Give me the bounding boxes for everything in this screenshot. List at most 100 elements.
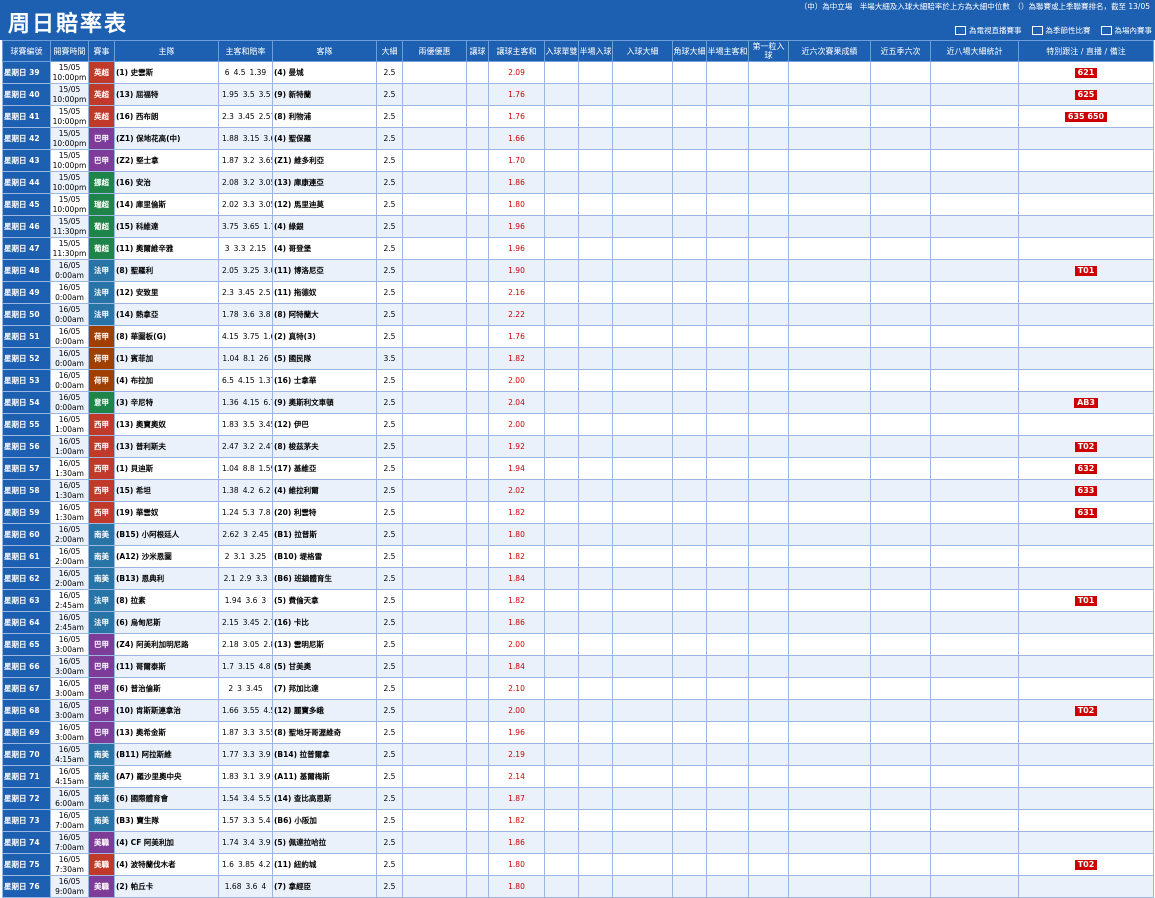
home-team: (4) 波特蘭伐木者	[114, 853, 219, 876]
odds-value: 3.15	[237, 661, 255, 671]
match-date: 16/05	[58, 766, 81, 776]
odds-value: 6.5	[222, 375, 234, 385]
h2h	[870, 369, 931, 392]
ou-stats	[930, 853, 1019, 876]
match-date: 16/05	[58, 326, 81, 336]
handicap-odds: 2.14	[488, 765, 545, 788]
promo	[402, 809, 467, 832]
handicap	[466, 215, 489, 238]
first-goal	[748, 677, 789, 700]
odd-even	[544, 127, 579, 150]
special-notes	[1018, 765, 1154, 788]
ou-stats	[930, 589, 1019, 612]
odds-value: 3.1	[233, 551, 246, 561]
match-code: 星期日 46	[2, 215, 51, 238]
home-team: (B13) 恩典利	[114, 567, 219, 590]
handicap-odds: 1.96	[488, 237, 545, 260]
ht-odds	[706, 325, 749, 348]
corners-ou	[672, 369, 707, 392]
match-code: 星期日 69	[2, 721, 51, 744]
first-goal	[748, 633, 789, 656]
home-team: (2) 帕丘卡	[114, 875, 219, 898]
ou-stats	[930, 347, 1019, 370]
handicap	[466, 259, 489, 282]
handicap-odds: 1.96	[488, 721, 545, 744]
tv-channel-badge: 635 650	[1064, 111, 1108, 122]
kickoff-time: 16/05 1:30am	[50, 479, 89, 502]
away-team: (8) 利物浦	[272, 105, 377, 128]
corners-ou	[672, 105, 707, 128]
away-team: (B10) 堤格雷	[272, 545, 377, 568]
total-line: 2.5	[376, 369, 403, 392]
ou-stats	[930, 633, 1019, 656]
special-notes	[1018, 215, 1154, 238]
h2h	[870, 765, 931, 788]
tv-channel-badge: T02	[1074, 859, 1098, 870]
odds-value: 2.47	[222, 441, 239, 451]
recent-form	[788, 501, 871, 524]
handicap-odds: 1.86	[488, 831, 545, 854]
away-team: (9) 新特蘭	[272, 83, 377, 106]
away-team: (11) 拖德奴	[272, 281, 377, 304]
ht-goals	[578, 501, 613, 524]
column-header: 第一粒入球	[748, 40, 789, 62]
ht-odds	[706, 853, 749, 876]
handicap-odds: 1.86	[488, 171, 545, 194]
match-time: 2:45am	[55, 600, 84, 610]
special-notes	[1018, 325, 1154, 348]
goals-ou	[612, 369, 673, 392]
match-date: 16/05	[58, 700, 81, 710]
table-row: 星期日 50 16/05 0:00am 法甲 (14) 熱拿亞 1.78 3.6 3.8 (8)…	[2, 303, 1154, 326]
odd-even	[544, 435, 579, 458]
goals-ou	[612, 633, 673, 656]
recent-form	[788, 567, 871, 590]
match-time: 3:00am	[55, 710, 84, 720]
table-row: 星期日 68 16/05 3:00am 巴甲 (10) 肯斯斯連拿治 1.66 3.55 4.…	[2, 699, 1154, 722]
corners-ou	[672, 259, 707, 282]
odd-even	[544, 413, 579, 436]
match-code: 星期日 63	[2, 589, 51, 612]
match-odds: 1.364.156.75	[218, 391, 273, 414]
league-badge: 美職	[88, 875, 115, 898]
handicap-odds: 1.80	[488, 523, 545, 546]
odds-value: 2.45	[251, 529, 269, 539]
match-odds: 6 4.5 1.39	[218, 61, 273, 84]
home-team: (Z2) 堅士拿	[114, 149, 219, 172]
odds-value: 2.3	[222, 111, 234, 121]
kickoff-time: 16/05 0:00am	[50, 303, 89, 326]
odds-value: 4.15	[237, 375, 255, 385]
league-badge: 法甲	[88, 281, 115, 304]
kickoff-time: 16/05 0:00am	[50, 391, 89, 414]
ht-goals	[578, 303, 613, 326]
match-code: 星期日 41	[2, 105, 51, 128]
odds-value: 3	[261, 595, 267, 605]
total-line: 2.5	[376, 567, 403, 590]
kickoff-time: 15/05 10:00pm	[50, 83, 89, 106]
handicap	[466, 765, 489, 788]
home-team: (A7) 羅沙里奧中央	[114, 765, 219, 788]
promo	[402, 325, 467, 348]
home-team: (11) 哥爾泰斯	[114, 655, 219, 678]
odds-value: 1.59	[258, 463, 272, 473]
handicap-odds: 1.84	[488, 567, 545, 590]
match-date: 16/05	[58, 502, 81, 512]
away-team: (B1) 拉普斯	[272, 523, 377, 546]
h2h	[870, 501, 931, 524]
home-team: (1) 貝迪斯	[114, 457, 219, 480]
odd-even	[544, 215, 579, 238]
match-time: 0:00am	[55, 336, 84, 346]
league-badge: 荷甲	[88, 369, 115, 392]
match-code: 星期日 48	[2, 259, 51, 282]
first-goal	[748, 61, 789, 84]
league-badge: 南美	[88, 809, 115, 832]
ht-odds	[706, 875, 749, 898]
odds-value: 3.55	[258, 727, 272, 737]
match-date: 16/05	[58, 876, 81, 886]
league-badge: 西甲	[88, 479, 115, 502]
special-notes	[1018, 655, 1154, 678]
promo	[402, 171, 467, 194]
column-header: 主客和賠率	[218, 40, 273, 62]
corners-ou	[672, 193, 707, 216]
goals-ou	[612, 721, 673, 744]
odds-value: 3.25	[249, 551, 267, 561]
